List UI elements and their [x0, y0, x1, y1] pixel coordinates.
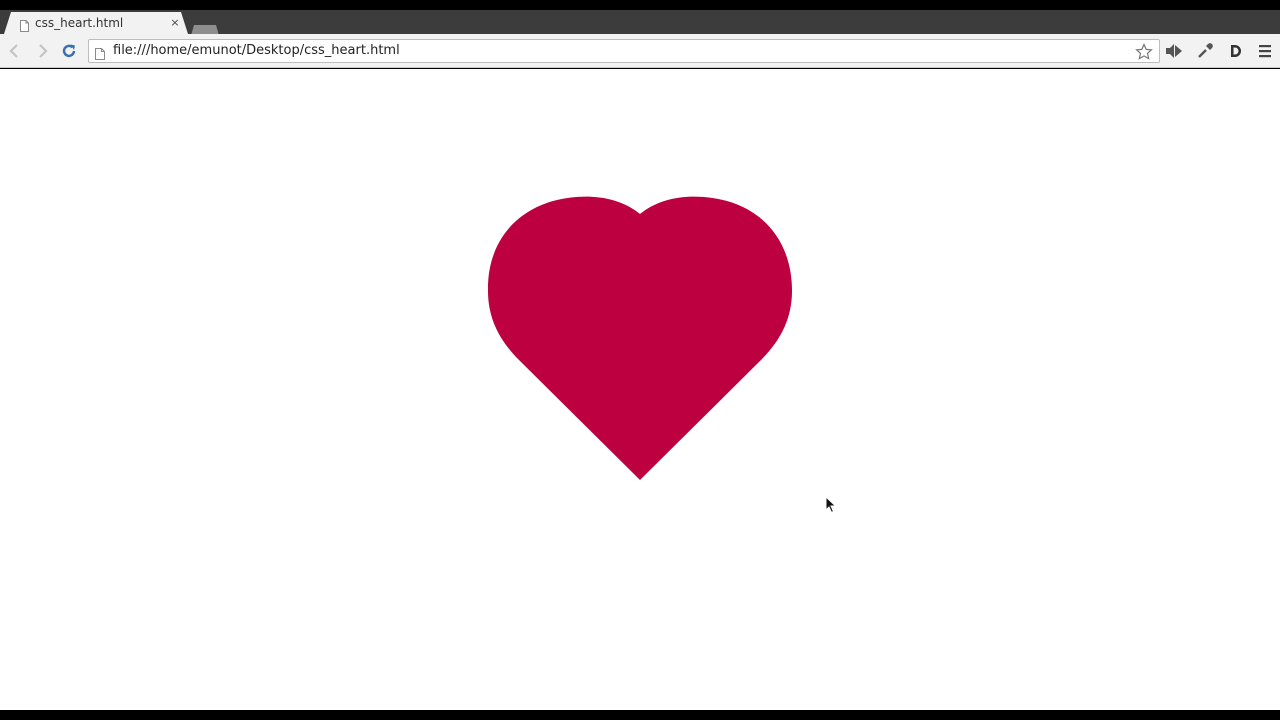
heart-shape	[487, 195, 793, 481]
page-icon	[20, 17, 29, 32]
heart-path	[487, 196, 792, 480]
eyedropper-extension-icon[interactable]	[1196, 42, 1214, 60]
back-arrow-icon[interactable]	[6, 42, 24, 60]
address-bar[interactable]: file:///home/emunot/Desktop/css_heart.ht…	[88, 39, 1160, 63]
page-icon	[95, 45, 105, 60]
star-icon[interactable]	[1135, 43, 1153, 61]
tab-strip: css_heart.html ×	[0, 10, 1280, 39]
tab-close-icon[interactable]: ×	[169, 16, 181, 30]
tab-css-heart[interactable]: css_heart.html ×	[4, 12, 188, 34]
tab-title: css_heart.html	[35, 16, 124, 30]
page-viewport	[0, 69, 1280, 710]
screen-bottom-bar	[0, 710, 1280, 720]
dashlane-extension-icon[interactable]	[1226, 42, 1244, 60]
screen-top-bar	[0, 0, 1280, 10]
url-text[interactable]: file:///home/emunot/Desktop/css_heart.ht…	[113, 43, 400, 59]
hamburger-menu-icon[interactable]	[1256, 42, 1274, 60]
browser-toolbar: file:///home/emunot/Desktop/css_heart.ht…	[0, 34, 1280, 68]
audio-extension-icon[interactable]	[1165, 42, 1183, 60]
forward-arrow-icon[interactable]	[33, 42, 51, 60]
mouse-cursor-icon	[825, 495, 837, 514]
reload-icon[interactable]	[60, 42, 78, 60]
